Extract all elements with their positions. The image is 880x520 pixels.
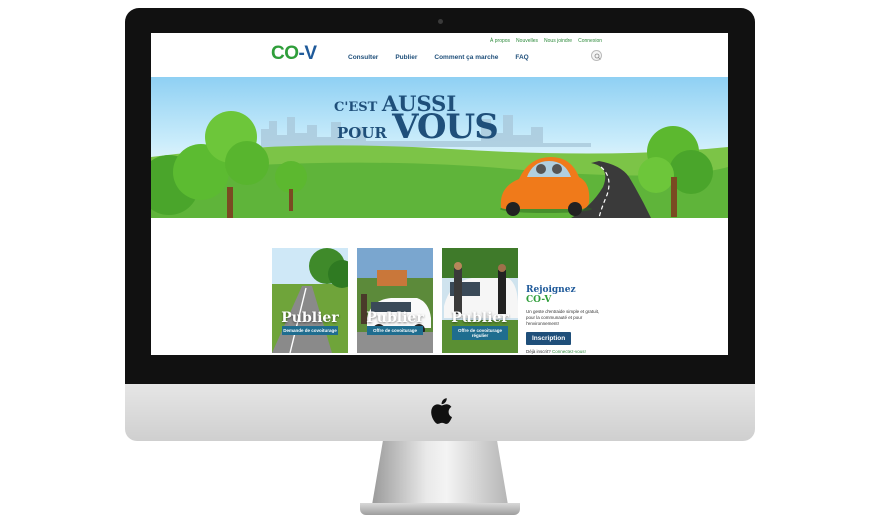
- hero-headline-line2: POUR VOUS: [337, 107, 499, 147]
- login-prefix: Déjà inscrit?: [526, 349, 551, 354]
- login-prompt: Déjà inscrit? Connectez-vous!: [526, 349, 616, 354]
- util-link-about[interactable]: À propos: [490, 38, 510, 44]
- card-subtitle: Offre de covoiturage régulier: [452, 326, 508, 340]
- card-offre-covoiturage-regulier[interactable]: Publier Offre de covoiturage régulier: [442, 248, 518, 353]
- apple-logo-icon: [431, 398, 452, 424]
- nav-faq[interactable]: FAQ: [515, 54, 528, 61]
- logo-v: V: [304, 43, 317, 64]
- card-title: Publier: [366, 310, 424, 326]
- hero-line2-big: VOUS: [392, 107, 499, 147]
- util-link-login[interactable]: Connexion: [578, 38, 602, 44]
- util-link-news[interactable]: Nouvelles: [516, 38, 538, 44]
- camera-icon: [438, 19, 443, 24]
- site-header: À propos Nouvelles Nous joindre Connexio…: [151, 33, 728, 77]
- hero-banner: C'EST AUSSI POUR VOUS: [151, 77, 728, 218]
- car-photo: [357, 248, 433, 353]
- site-logo[interactable]: CO - V: [271, 43, 317, 65]
- card-demande-covoiturage[interactable]: Publier Demande de covoiturage: [272, 248, 348, 353]
- nav-consulter[interactable]: Consulter: [348, 54, 378, 61]
- search-button[interactable]: [591, 50, 602, 61]
- screen: À propos Nouvelles Nous joindre Connexio…: [151, 33, 728, 355]
- card-subtitle: Offre de covoiturage: [367, 326, 423, 335]
- login-link[interactable]: Connectez-vous!: [552, 349, 586, 354]
- search-icon: [594, 53, 601, 60]
- logo-co: CO: [271, 43, 299, 64]
- monitor-stand-neck: [372, 441, 508, 505]
- road-photo: [272, 248, 348, 353]
- join-panel: Rejoignez CO-V Un geste d'entraide simpl…: [526, 286, 616, 354]
- join-description: Un geste d'entraide simple et gratuit, p…: [526, 309, 600, 326]
- card-title: Publier: [451, 310, 509, 326]
- util-link-contact[interactable]: Nous joindre: [544, 38, 572, 44]
- card-subtitle: Demande de covoiturage: [282, 326, 338, 335]
- main-nav: Consulter Publier Comment ça marche FAQ: [348, 54, 529, 61]
- card-offre-covoiturage[interactable]: Publier Offre de covoiturage: [357, 248, 433, 353]
- nav-comment-ca-marche[interactable]: Comment ça marche: [434, 54, 498, 61]
- utility-links: À propos Nouvelles Nous joindre Connexio…: [490, 38, 602, 44]
- nav-publier[interactable]: Publier: [395, 54, 417, 61]
- hero-line2-prefix: POUR: [337, 124, 387, 142]
- join-brand: CO-V: [526, 295, 552, 305]
- inscription-button[interactable]: Inscription: [526, 332, 572, 345]
- join-title: Rejoignez: [526, 285, 576, 295]
- monitor-stand-foot: [360, 503, 520, 515]
- card-title: Publier: [281, 310, 339, 326]
